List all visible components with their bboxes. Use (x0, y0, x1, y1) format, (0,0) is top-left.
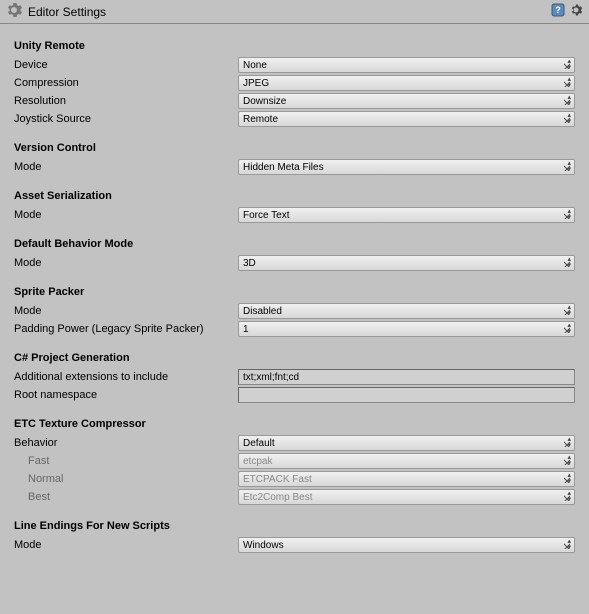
section-line-endings: Line Endings For New Scripts (14, 520, 575, 532)
dropdown-vc-mode[interactable]: Hidden Meta Files▴▾ (238, 159, 575, 175)
label-db-mode: Mode (14, 257, 238, 269)
label-as-mode: Mode (14, 209, 238, 221)
dropdown-etc-best: Etc2Comp Best▴▾ (238, 489, 575, 505)
settings-content: Unity Remote Device None▴▾ Compression J… (0, 24, 589, 562)
dropdown-etc-behavior[interactable]: Default▴▾ (238, 435, 575, 451)
section-unity-remote: Unity Remote (14, 40, 575, 52)
row-etc-fast: Fast etcpak▴▾ (14, 452, 575, 470)
help-icon[interactable]: ? (551, 3, 565, 20)
section-csharp-project: C# Project Generation (14, 352, 575, 364)
section-asset-serialization: Asset Serialization (14, 190, 575, 202)
row-le-mode: Mode Windows▴▾ (14, 536, 575, 554)
label-etc-fast: Fast (14, 455, 238, 467)
label-device: Device (14, 59, 238, 71)
section-version-control: Version Control (14, 142, 575, 154)
section-sprite-packer: Sprite Packer (14, 286, 575, 298)
row-resolution: Resolution Downsize▴▾ (14, 92, 575, 110)
row-etc-behavior: Behavior Default▴▾ (14, 434, 575, 452)
dropdown-etc-fast: etcpak▴▾ (238, 453, 575, 469)
label-padding-power: Padding Power (Legacy Sprite Packer) (14, 323, 238, 335)
dropdown-joystick-source[interactable]: Remote▴▾ (238, 111, 575, 127)
input-additional-ext[interactable] (238, 369, 575, 385)
gear-icon (6, 2, 28, 21)
row-compression: Compression JPEG▴▾ (14, 74, 575, 92)
label-etc-best: Best (14, 491, 238, 503)
row-db-mode: Mode 3D▴▾ (14, 254, 575, 272)
row-joystick-source: Joystick Source Remote▴▾ (14, 110, 575, 128)
row-etc-normal: Normal ETCPACK Fast▴▾ (14, 470, 575, 488)
inspector-header: Editor Settings ? (0, 0, 589, 24)
label-etc-normal: Normal (14, 473, 238, 485)
label-additional-ext: Additional extensions to include (14, 371, 238, 383)
header-actions: ? (551, 3, 583, 20)
svg-text:?: ? (555, 5, 561, 15)
dropdown-device[interactable]: None▴▾ (238, 57, 575, 73)
label-vc-mode: Mode (14, 161, 238, 173)
row-as-mode: Mode Force Text▴▾ (14, 206, 575, 224)
settings-icon[interactable] (569, 3, 583, 20)
dropdown-as-mode[interactable]: Force Text▴▾ (238, 207, 575, 223)
label-resolution: Resolution (14, 95, 238, 107)
dropdown-le-mode[interactable]: Windows▴▾ (238, 537, 575, 553)
section-default-behavior: Default Behavior Mode (14, 238, 575, 250)
section-etc-compressor: ETC Texture Compressor (14, 418, 575, 430)
label-etc-behavior: Behavior (14, 437, 238, 449)
dropdown-padding-power[interactable]: 1▴▾ (238, 321, 575, 337)
dropdown-sp-mode[interactable]: Disabled▴▾ (238, 303, 575, 319)
row-root-namespace: Root namespace (14, 386, 575, 404)
dropdown-resolution[interactable]: Downsize▴▾ (238, 93, 575, 109)
label-sp-mode: Mode (14, 305, 238, 317)
label-compression: Compression (14, 77, 238, 89)
row-vc-mode: Mode Hidden Meta Files▴▾ (14, 158, 575, 176)
input-root-namespace[interactable] (238, 387, 575, 403)
row-etc-best: Best Etc2Comp Best▴▾ (14, 488, 575, 506)
dropdown-compression[interactable]: JPEG▴▾ (238, 75, 575, 91)
row-additional-ext: Additional extensions to include (14, 368, 575, 386)
label-root-namespace: Root namespace (14, 389, 238, 401)
row-device: Device None▴▾ (14, 56, 575, 74)
label-joystick-source: Joystick Source (14, 113, 238, 125)
dropdown-db-mode[interactable]: 3D▴▾ (238, 255, 575, 271)
header-title: Editor Settings (28, 5, 551, 19)
label-le-mode: Mode (14, 539, 238, 551)
row-padding-power: Padding Power (Legacy Sprite Packer) 1▴▾ (14, 320, 575, 338)
row-sp-mode: Mode Disabled▴▾ (14, 302, 575, 320)
dropdown-etc-normal: ETCPACK Fast▴▾ (238, 471, 575, 487)
